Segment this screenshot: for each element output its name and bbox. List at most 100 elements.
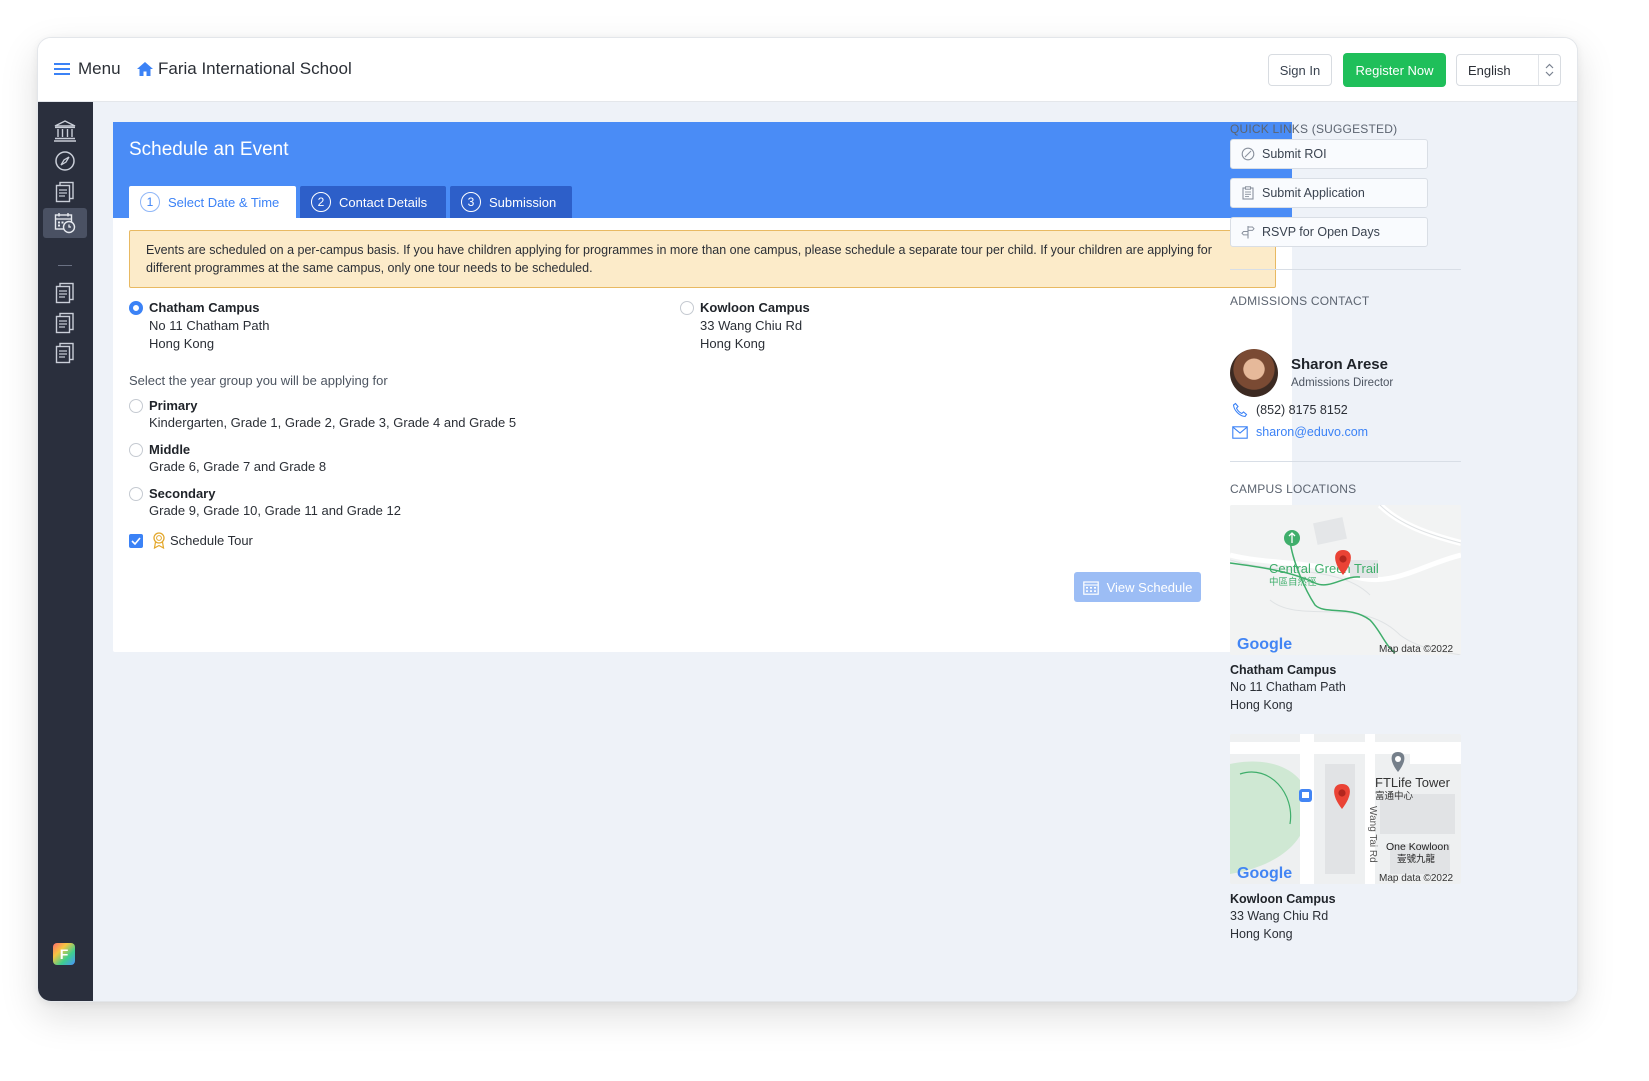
institution-icon[interactable] [43,116,87,146]
documents-icon[interactable] [43,338,87,368]
tab-label: Submission [489,194,557,210]
schedule-tour-label: Schedule Tour [170,533,253,548]
year-group-grades: Grade 6, Grade 7 and Grade 8 [149,459,327,474]
year-group-name: Secondary [149,486,216,501]
home-icon [137,62,153,76]
tab-contact-details[interactable]: 2 Contact Details [300,186,446,218]
map-credit: Map data ©2022 [1379,644,1454,655]
year-group-name: Middle [149,442,191,457]
map-campus-address: 33 Wang Chiu Rd [1230,909,1329,923]
quick-link-label: RSVP for Open Days [1262,225,1380,239]
map-campus-name: Kowloon Campus [1230,892,1336,906]
school-name: Faria International School [158,59,352,78]
tab-label: Contact Details [339,194,428,210]
map-label: Central Green Trail [1269,561,1379,576]
schedule-tour-checkbox[interactable] [129,534,143,548]
award-icon [153,532,165,549]
step-number: 3 [461,192,481,212]
school-home-link[interactable]: Faria International School [136,56,352,82]
quick-link-rsvp-open-days[interactable]: RSVP for Open Days [1230,217,1428,247]
phone-icon [1232,402,1248,418]
menu-button[interactable]: Menu [54,56,121,82]
campus-name: Chatham Campus [149,300,260,315]
clipboard-icon [1242,186,1254,200]
register-now-button[interactable]: Register Now [1343,53,1446,87]
map-credit: Map data ©2022 [1379,873,1454,884]
campus-radio-chatham[interactable] [129,301,143,315]
campus-address-line: Hong Kong [149,336,215,351]
map-campus-address: No 11 Chatham Path [1230,680,1346,694]
google-logo: Google [1237,865,1292,882]
check-icon [131,537,141,545]
section-divider [1230,269,1461,270]
map-road-label: Wang Tai Rd [1367,806,1378,863]
documents-icon[interactable] [43,177,87,207]
campus-address-line: 33 Wang Chiu Rd [700,318,803,333]
contact-name: Sharon Arese [1291,356,1388,373]
main-content: Schedule an Event 1 Select Date & Time 2… [93,102,1577,1001]
mail-icon [1232,426,1248,439]
contact-email-link[interactable]: sharon@eduvo.com [1256,425,1368,439]
campus-name: Kowloon Campus [700,300,810,315]
documents-icon[interactable] [43,278,87,308]
map-chatham-campus[interactable]: Central Green Trail 中區自然徑 Google Map dat… [1230,505,1461,655]
documents-icon[interactable] [43,308,87,338]
tab-submission[interactable]: 3 Submission [450,186,572,218]
map-label: FTLife Tower [1375,775,1451,790]
calendar-clock-icon[interactable] [43,208,87,238]
year-group-name: Primary [149,398,198,413]
language-select[interactable]: English [1456,54,1561,86]
admissions-contact-header: ADMISSIONS CONTACT [1230,294,1370,308]
quick-link-label: Submit ROI [1262,147,1327,161]
quick-link-label: Submit Application [1262,186,1365,200]
top-bar: Menu Faria International School Sign In … [38,38,1577,102]
sign-in-button[interactable]: Sign In [1268,54,1332,86]
contact-role: Admissions Director [1291,377,1394,389]
campus-address-line: Hong Kong [700,336,766,351]
year-group-grades: Grade 9, Grade 10, Grade 11 and Grade 12 [149,503,401,518]
quick-links-header: QUICK LINKS (SUGGESTED) [1230,122,1398,136]
campus-locations-header: CAMPUS LOCATIONS [1230,482,1357,496]
year-radio-middle[interactable] [129,443,143,457]
tab-select-date-time[interactable]: 1 Select Date & Time [129,186,296,218]
select-arrows-icon [1538,55,1560,85]
view-schedule-label: View Schedule [1106,579,1193,595]
quick-link-submit-roi[interactable]: Submit ROI [1230,139,1428,169]
notice-banner: Events are scheduled on a per-campus bas… [129,230,1276,288]
page-title: Schedule an Event [129,139,289,160]
map-label: 富通中心 [1375,790,1414,802]
hamburger-icon [54,63,70,75]
compass-icon[interactable] [43,146,87,176]
quick-link-submit-application[interactable]: Submit Application [1230,178,1428,208]
slash-circle-icon [1241,147,1255,161]
card-header: Schedule an Event 1 Select Date & Time 2… [113,122,1292,218]
section-divider [1230,461,1461,462]
calendar-icon [1082,580,1099,595]
signpost-icon [1241,226,1255,239]
map-label: 壹號九龍 [1397,853,1436,865]
view-schedule-button[interactable]: View Schedule [1074,572,1201,602]
language-value: English [1468,62,1511,78]
map-graphic: Central Green Trail 中區自然徑 Google Map dat… [1230,505,1461,655]
avatar [1230,349,1278,397]
step-number: 1 [140,192,160,212]
map-label: One Kowloon [1386,841,1449,853]
app-logo[interactable]: F [53,943,75,965]
map-kowloon-campus[interactable]: FTLife Tower 富通中心 Wang Tai Rd One Kowloo… [1230,734,1461,884]
sidebar-divider [58,265,72,266]
year-radio-secondary[interactable] [129,487,143,501]
map-campus-address: Hong Kong [1230,698,1293,712]
sidebar: F [38,102,93,1001]
year-radio-primary[interactable] [129,399,143,413]
contact-phone: (852) 8175 8152 [1256,403,1348,417]
step-number: 2 [311,192,331,212]
year-group-prompt: Select the year group you will be applyi… [129,373,388,388]
google-logo: Google [1237,636,1292,653]
menu-label: Menu [78,59,121,78]
campus-radio-kowloon[interactable] [680,301,694,315]
map-campus-address: Hong Kong [1230,927,1293,941]
app-window: Menu Faria International School Sign In … [37,37,1578,1002]
tab-label: Select Date & Time [168,194,280,210]
campus-address-line: No 11 Chatham Path [149,318,270,333]
map-graphic: FTLife Tower 富通中心 Wang Tai Rd One Kowloo… [1230,734,1461,884]
